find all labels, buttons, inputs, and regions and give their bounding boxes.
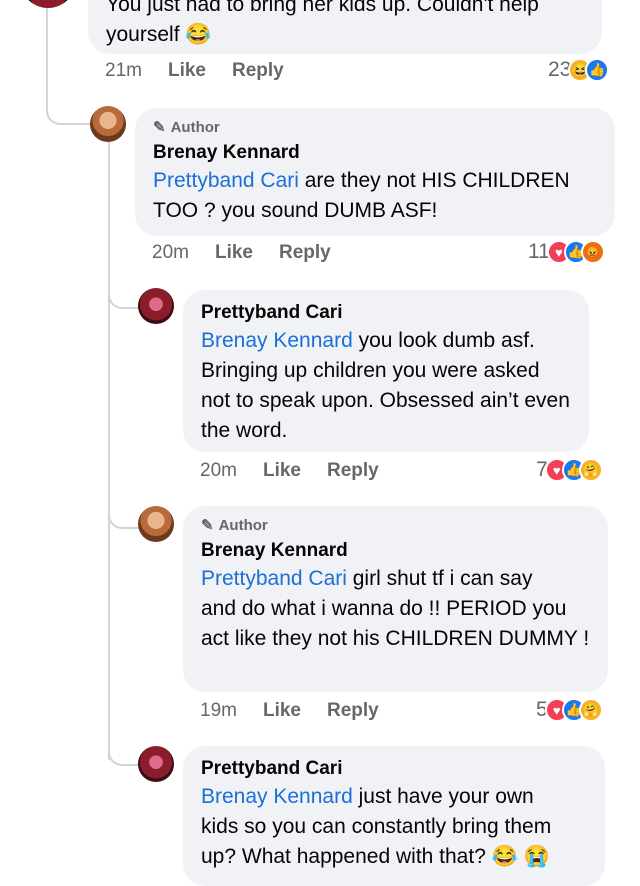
thread-connector [108,285,140,309]
comment-bubble: ✎ Author Brenay Kennard Prettyband Cari … [135,108,615,236]
pencil-icon: ✎ [201,517,214,534]
timestamp: 21m [105,60,142,81]
thread-connector [46,95,92,125]
like-button[interactable]: Like [168,60,206,82]
reply-button[interactable]: Reply [327,700,379,722]
mention-link[interactable]: Prettyband Cari [153,169,299,192]
comment-text: Brenay Kennard just have your own kids s… [201,785,552,868]
author-badge: ✎ Author [153,118,220,137]
care-icon: 🤗 [578,458,603,482]
commenter-name[interactable]: Brenay Kennard [201,538,590,564]
comment-text: Prettyband Cari are they not HIS CHILDRE… [153,169,570,222]
comment-actions: 19m Like Reply [200,700,405,722]
comment-actions: 21m Like Reply [105,60,310,82]
author-badge: ✎ Author [201,516,268,535]
commenter-name[interactable]: Prettyband Cari [201,300,571,326]
comment-bubble: Prettyband Cari Brenay Kennard you look … [183,290,589,452]
reaction-summary[interactable]: 5 ♥ 👍 🤗 [536,698,603,722]
timestamp: 20m [200,460,237,481]
comment-actions: 20m Like Reply [152,242,357,264]
thread-connector [108,505,140,529]
reaction-summary[interactable]: 23 😆 👍 [548,58,610,82]
commenter-name[interactable]: Brenay Kennard [153,140,597,166]
pencil-icon: ✎ [153,119,166,136]
reaction-summary[interactable]: 7 ♥ 👍 🤗 [536,458,603,482]
comment-text: Brenay Kennard you look dumb asf. Bringi… [201,329,570,442]
comment-bubble: You just had to bring her kids up. Could… [88,0,602,54]
commenter-name[interactable]: Prettyband Cari [201,756,587,782]
avatar[interactable] [90,106,126,142]
comment-bubble: Prettyband Cari Brenay Kennard just have… [183,746,605,886]
comment-bubble: ✎ Author Brenay Kennard Prettyband Cari … [183,506,608,692]
reply-button[interactable]: Reply [232,60,284,82]
care-icon: 🤗 [578,698,603,722]
avatar[interactable] [138,506,174,542]
like-button[interactable]: Like [263,700,301,722]
thread-line [46,0,48,100]
reply-button[interactable]: Reply [327,460,379,482]
avatar[interactable] [138,288,174,324]
mention-link[interactable]: Brenay Kennard [201,329,353,352]
comment-actions: 20m Like Reply [200,460,405,482]
timestamp: 19m [200,700,237,721]
timestamp: 20m [152,242,189,263]
reaction-summary[interactable]: 11 ♥ 👍 😡 [528,240,605,264]
avatar[interactable] [20,0,76,8]
like-button[interactable]: Like [215,242,253,264]
thread-line [108,140,110,760]
mention-link[interactable]: Prettyband Cari [201,567,347,590]
like-icon: 👍 [585,58,610,82]
mention-link[interactable]: Brenay Kennard [201,785,353,808]
thread-connector [108,742,140,766]
comment-text: You just had to bring her kids up. Could… [106,0,539,46]
comment-text: Prettyband Cari girl shut tf i can say a… [201,567,590,650]
like-button[interactable]: Like [263,460,301,482]
avatar[interactable] [138,746,174,782]
reply-button[interactable]: Reply [279,242,331,264]
angry-icon: 😡 [580,240,605,264]
